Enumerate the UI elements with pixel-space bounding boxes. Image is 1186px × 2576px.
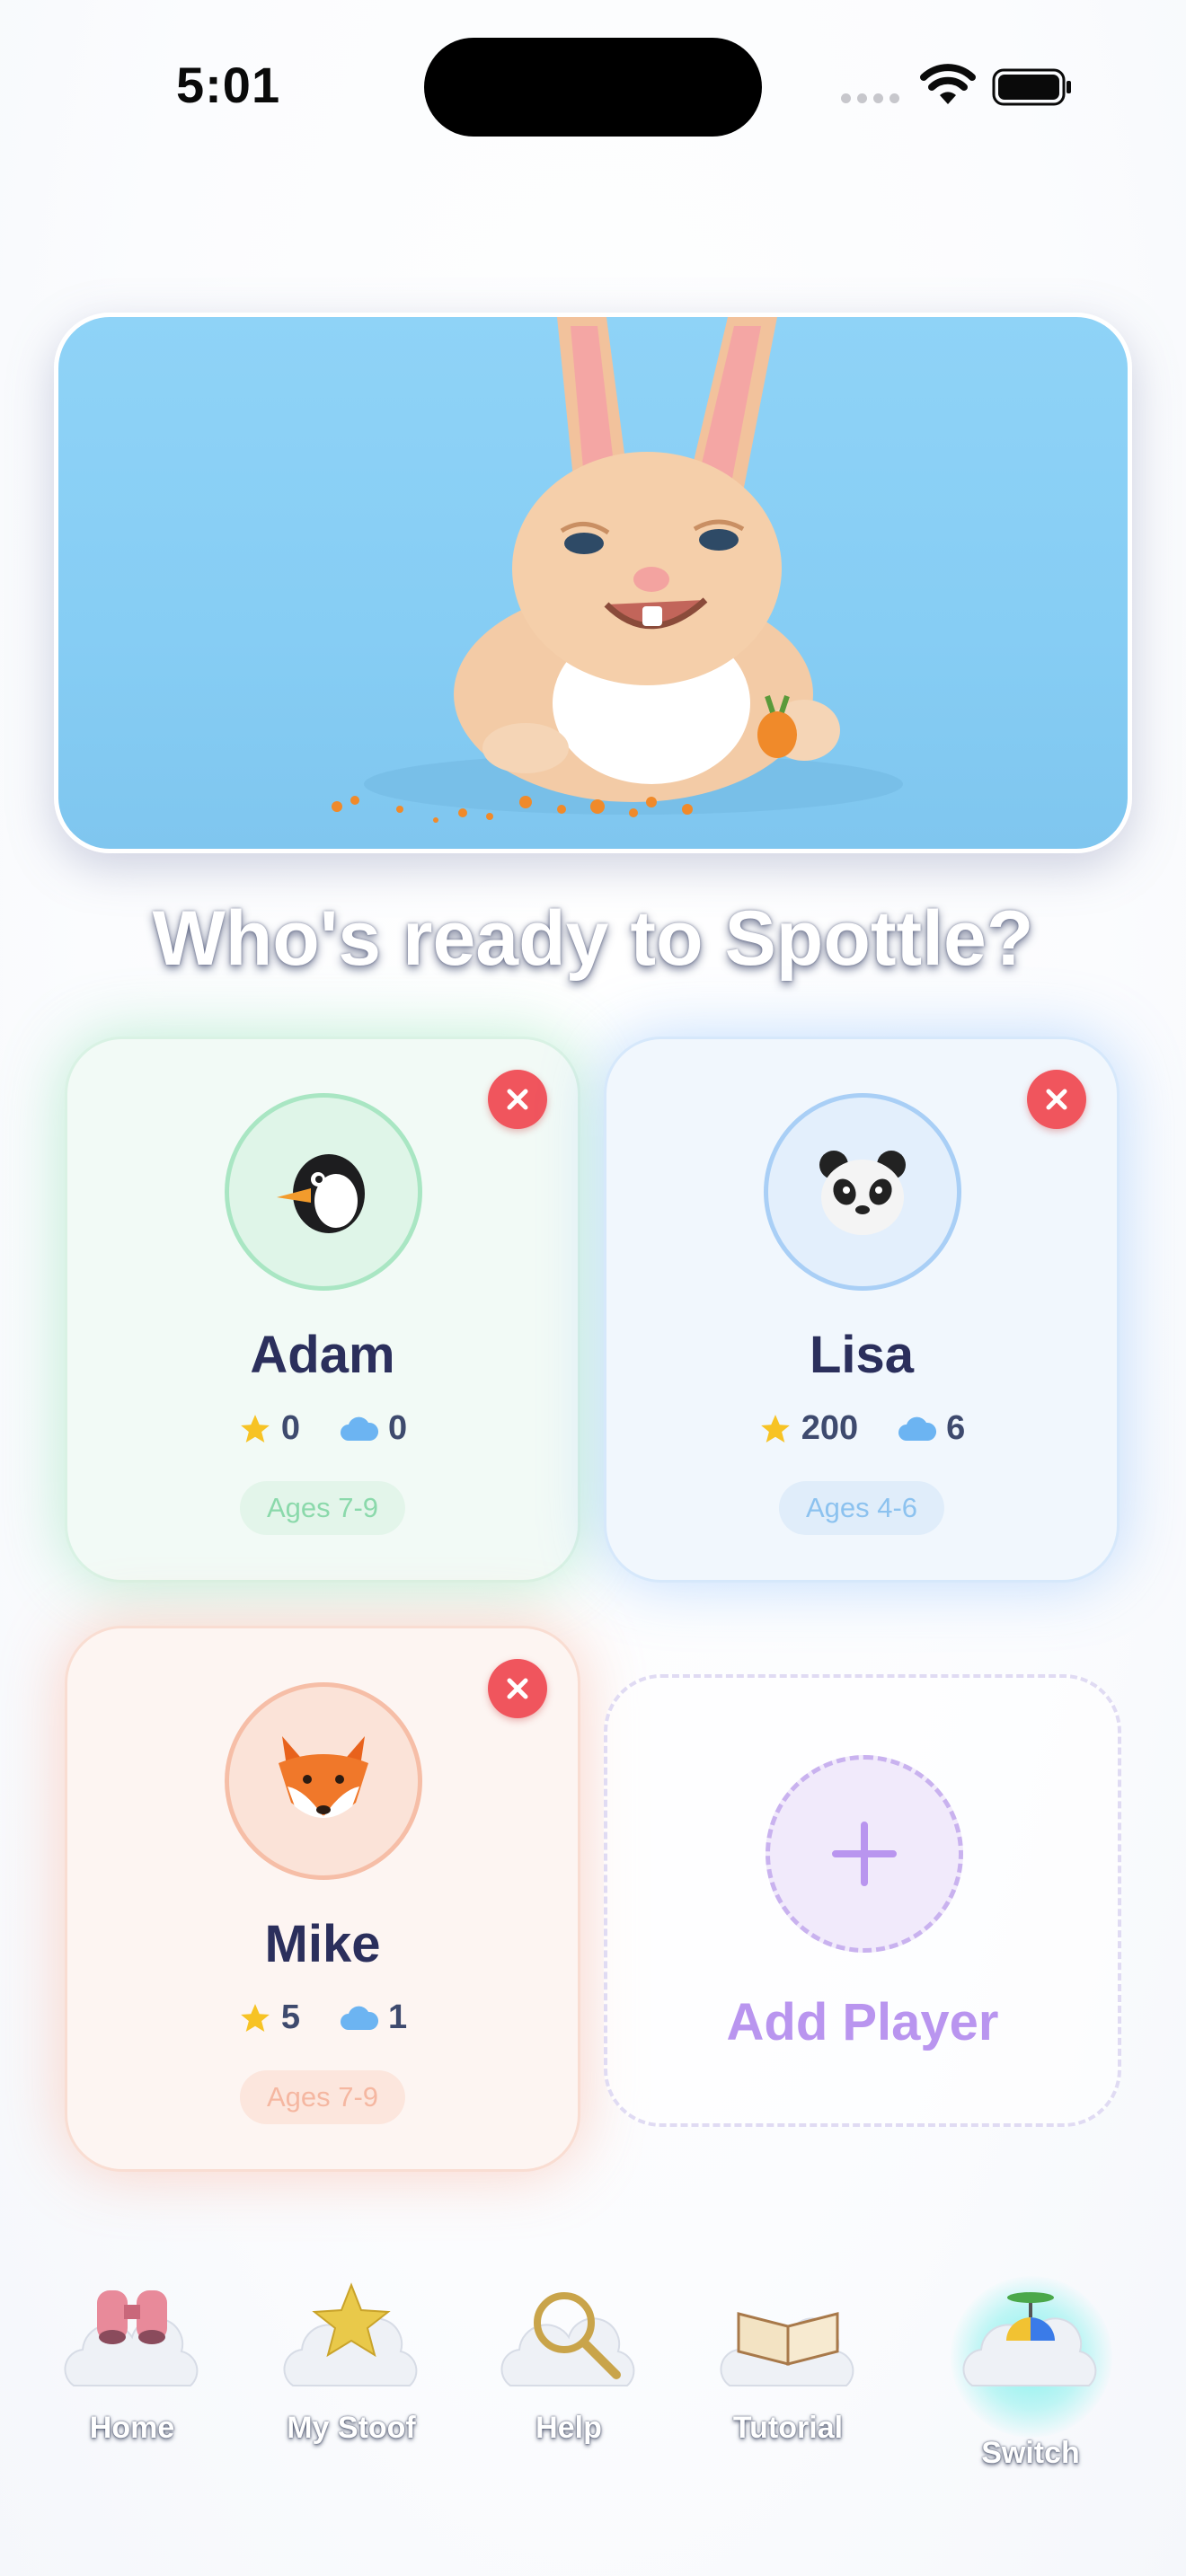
star-count: 5 <box>280 1998 300 2036</box>
add-player-circle <box>766 1755 963 1953</box>
nav-label: Tutorial <box>732 2411 844 2445</box>
player-card-lisa[interactable]: Lisa 200 6 Ages 4-6 <box>604 1037 1120 1583</box>
avatar <box>225 1093 422 1291</box>
player-name: Lisa <box>809 1326 915 1384</box>
nav-tutorial[interactable]: Tutorial <box>694 2278 882 2475</box>
player-card-mike[interactable]: Mike 5 1 Ages 7-9 <box>65 1626 580 2172</box>
remove-player-button[interactable] <box>488 1659 547 1718</box>
star-cloud-icon <box>283 2282 418 2386</box>
star-count: 200 <box>801 1409 859 1447</box>
panda-icon <box>819 1151 906 1235</box>
penguin-icon <box>277 1154 365 1233</box>
propeller-hat-cloud-icon <box>962 2292 1097 2386</box>
nav-label: Switch <box>981 2436 1080 2470</box>
avatar <box>764 1093 961 1291</box>
cloud-count: 1 <box>388 1998 408 2036</box>
nav-label: Home <box>89 2411 175 2445</box>
binoculars-cloud-icon <box>64 2290 199 2386</box>
fox-icon <box>279 1736 368 1818</box>
nav-label: Help <box>535 2411 602 2445</box>
add-player-button[interactable]: Add Player <box>604 1674 1121 2127</box>
player-stats: 0 0 <box>67 1409 578 1448</box>
age-badge: Ages 7-9 <box>239 1481 406 1535</box>
player-card-adam[interactable]: Adam 0 0 Ages 7-9 <box>65 1037 580 1583</box>
player-name: Mike <box>264 1915 381 1973</box>
status-time: 5:01 <box>176 57 281 113</box>
player-stats: 5 1 <box>67 1998 578 2037</box>
close-icon <box>1046 1089 1067 1110</box>
avatar <box>225 1682 422 1880</box>
wifi-icon <box>920 64 976 104</box>
age-badge: Ages 7-9 <box>239 2070 406 2124</box>
age-badge: Ages 4-6 <box>778 1481 945 1535</box>
nav-home[interactable]: Home <box>38 2278 226 2475</box>
cloud-icon <box>341 1416 379 1441</box>
nav-help[interactable]: Help <box>474 2278 663 2475</box>
close-icon <box>507 1089 528 1110</box>
star-count: 0 <box>280 1409 300 1447</box>
nav-label: My Stoof <box>287 2411 416 2445</box>
battery-icon <box>992 68 1071 106</box>
add-player-label: Add Player <box>726 1993 999 2051</box>
hero-bunny-illustration <box>54 313 1132 853</box>
player-name: Adam <box>250 1326 395 1384</box>
cloud-icon <box>341 2006 379 2030</box>
close-icon <box>507 1678 528 1699</box>
star-icon <box>241 1414 270 1442</box>
nav-my-stoof[interactable]: My Stoof <box>257 2278 446 2475</box>
page-title: Who's ready to Spottle? <box>152 895 1034 982</box>
dynamic-island <box>424 38 762 137</box>
plus-icon <box>832 1822 897 1886</box>
magnifier-cloud-icon <box>500 2292 635 2386</box>
cellular-signal-icon <box>841 93 899 103</box>
nav-switch[interactable]: Switch <box>936 2278 1125 2475</box>
book-cloud-icon <box>720 2312 854 2386</box>
remove-player-button[interactable] <box>488 1070 547 1129</box>
star-icon <box>760 1414 790 1442</box>
cloud-count: 0 <box>388 1409 408 1447</box>
cloud-count: 6 <box>946 1409 966 1447</box>
status-bar: 5:01 <box>0 0 1186 171</box>
cloud-icon <box>898 1416 937 1441</box>
player-stats: 200 6 <box>606 1409 1117 1448</box>
remove-player-button[interactable] <box>1027 1070 1086 1129</box>
star-icon <box>241 2003 270 2032</box>
